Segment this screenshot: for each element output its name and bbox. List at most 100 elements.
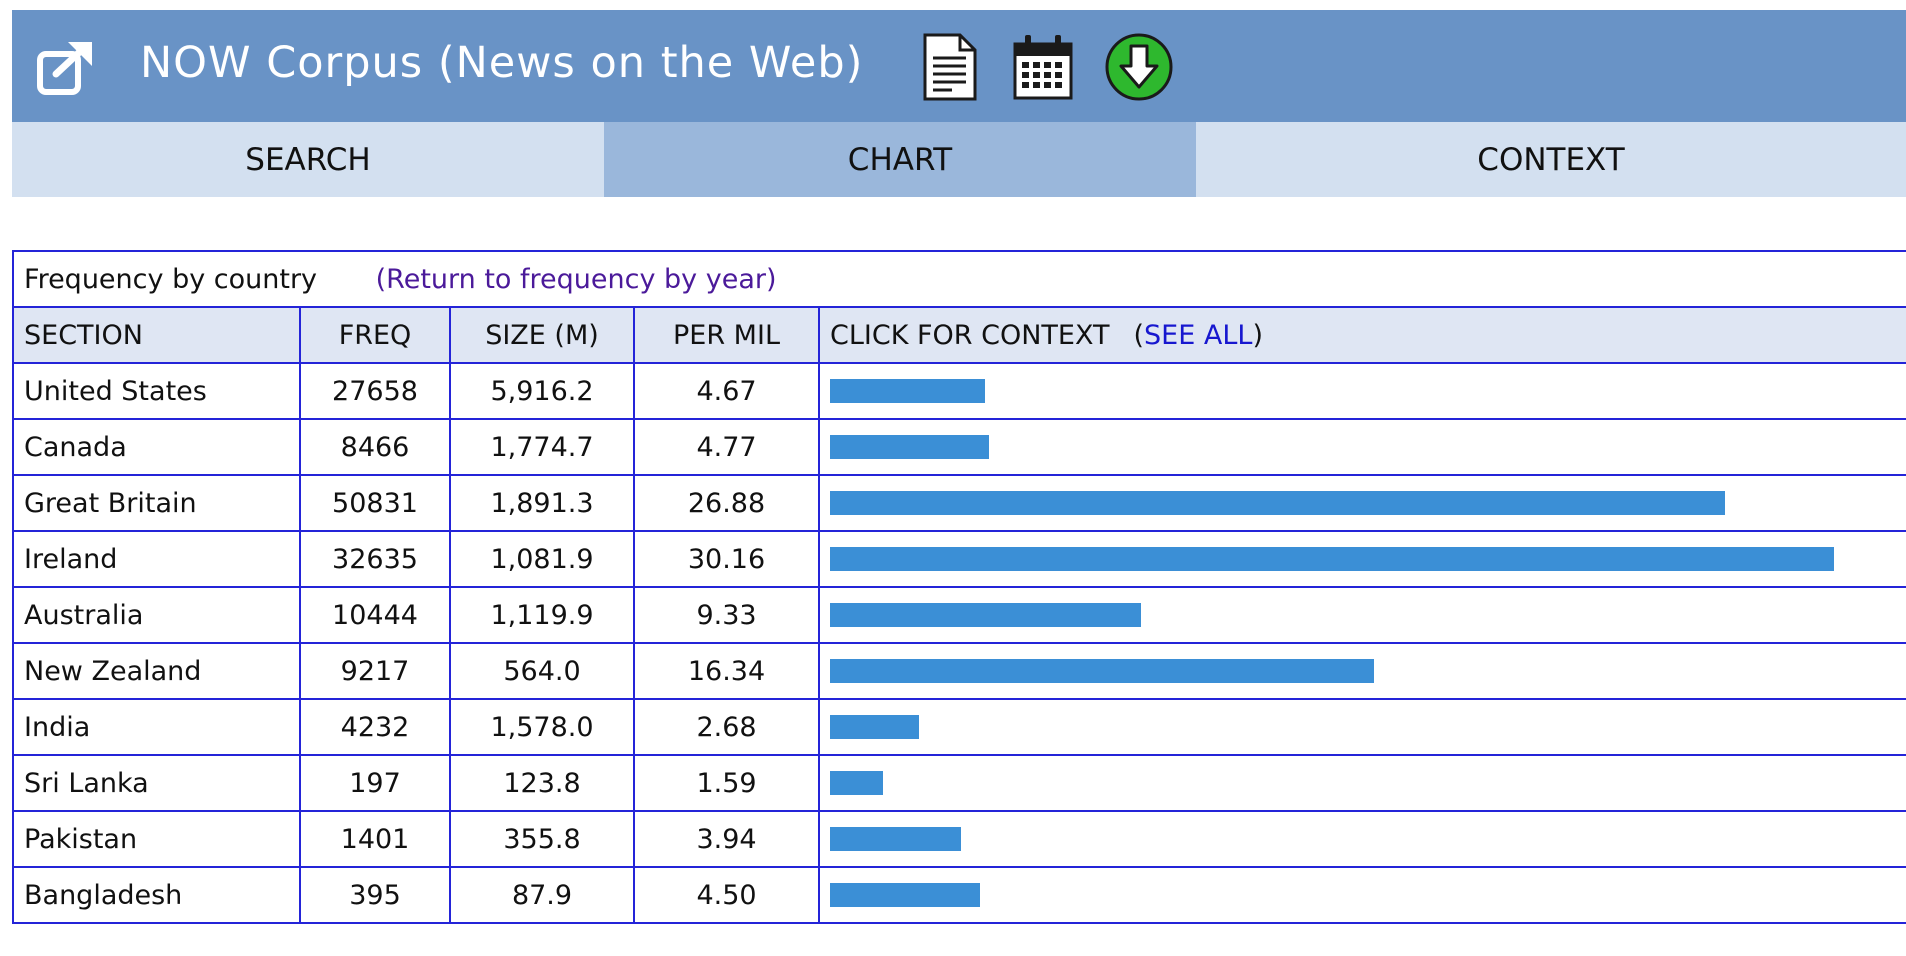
freq-cell: 197: [299, 754, 451, 812]
section-cell[interactable]: Pakistan: [12, 810, 301, 868]
table-row: Australia 10444 1,119.9 9.33: [12, 586, 1906, 644]
frequency-bar[interactable]: [830, 883, 980, 907]
column-header-size[interactable]: SIZE (M): [449, 306, 635, 364]
column-header-section[interactable]: SECTION: [12, 306, 301, 364]
context-bar-cell: [817, 474, 1906, 532]
frequency-bar[interactable]: [830, 771, 883, 795]
table-row: Ireland 32635 1,081.9 30.16: [12, 530, 1906, 588]
app-window: NOW Corpus (News on the Web) SEARCH CHAR…: [12, 10, 1906, 956]
bar-track: [830, 771, 1830, 795]
per-mil-cell: 2.68: [633, 698, 820, 756]
caption-cell: Frequency by country (Return to frequenc…: [12, 250, 1906, 308]
section-cell[interactable]: New Zealand: [12, 642, 301, 700]
freq-cell: 4232: [299, 698, 451, 756]
see-all-open-paren: (: [1133, 319, 1145, 351]
context-bar-cell: [817, 362, 1906, 420]
size-cell: 87.9: [449, 866, 635, 924]
bar-track: [830, 547, 1834, 571]
bar-track: [830, 715, 1830, 739]
table-row: Great Britain 50831 1,891.3 26.88: [12, 474, 1906, 532]
per-mil-cell: 4.67: [633, 362, 820, 420]
context-bar-cell: [817, 586, 1906, 644]
calendar-icon[interactable]: [1012, 32, 1074, 102]
section-cell[interactable]: Sri Lanka: [12, 754, 301, 812]
see-all-link[interactable]: SEE ALL: [1144, 320, 1252, 351]
column-header-context: CLICK FOR CONTEXT (SEE ALL): [817, 306, 1906, 364]
section-cell[interactable]: Great Britain: [12, 474, 301, 532]
table-row: Sri Lanka 197 123.8 1.59: [12, 754, 1906, 812]
size-cell: 123.8: [449, 754, 635, 812]
section-cell[interactable]: United States: [12, 362, 301, 420]
freq-cell: 27658: [299, 362, 451, 420]
size-cell: 1,578.0: [449, 698, 635, 756]
bar-track: [830, 659, 1830, 683]
size-cell: 5,916.2: [449, 362, 635, 420]
frequency-bar[interactable]: [830, 547, 1834, 571]
frequency-table: Frequency by country (Return to frequenc…: [12, 250, 1906, 924]
table-row: Bangladesh 395 87.9 4.50: [12, 866, 1906, 924]
app-title: NOW Corpus (News on the Web): [140, 38, 864, 88]
context-bar-cell: [817, 530, 1906, 588]
frequency-bar[interactable]: [830, 715, 919, 739]
table-body: United States 27658 5,916.2 4.67 Canada 8466 1…: [12, 362, 1906, 924]
frequency-bar[interactable]: [830, 491, 1725, 515]
freq-cell: 1401: [299, 810, 451, 868]
per-mil-cell: 26.88: [633, 474, 820, 532]
per-mil-cell: 16.34: [633, 642, 820, 700]
size-cell: 355.8: [449, 810, 635, 868]
section-cell[interactable]: Ireland: [12, 530, 301, 588]
return-to-year-link[interactable]: (Return to frequency by year): [376, 264, 777, 295]
per-mil-cell: 30.16: [633, 530, 820, 588]
size-cell: 564.0: [449, 642, 635, 700]
freq-cell: 50831: [299, 474, 451, 532]
freq-cell: 395: [299, 866, 451, 924]
tab-chart[interactable]: CHART: [604, 122, 1196, 197]
table-row: India 4232 1,578.0 2.68: [12, 698, 1906, 756]
freq-cell: 10444: [299, 586, 451, 644]
context-bar-cell: [817, 866, 1906, 924]
table-row: United States 27658 5,916.2 4.67: [12, 362, 1906, 420]
frequency-bar[interactable]: [830, 379, 985, 403]
see-all-close-paren: ): [1252, 319, 1263, 351]
tab-search[interactable]: SEARCH: [12, 122, 604, 197]
tab-bar: SEARCH CHART CONTEXT: [12, 122, 1906, 197]
tab-context[interactable]: CONTEXT: [1196, 122, 1906, 197]
size-cell: 1,081.9: [449, 530, 635, 588]
per-mil-cell: 4.77: [633, 418, 820, 476]
size-cell: 1,774.7: [449, 418, 635, 476]
context-bar-cell: [817, 754, 1906, 812]
table-row: Pakistan 1401 355.8 3.94: [12, 810, 1906, 868]
per-mil-cell: 3.94: [633, 810, 820, 868]
context-bar-cell: [817, 698, 1906, 756]
header-bar: NOW Corpus (News on the Web): [12, 10, 1906, 122]
frequency-bar[interactable]: [830, 659, 1374, 683]
open-external-icon[interactable]: [34, 34, 98, 98]
document-icon[interactable]: [922, 32, 978, 102]
frequency-bar[interactable]: [830, 603, 1141, 627]
caption-row: Frequency by country (Return to frequenc…: [12, 250, 1906, 308]
column-header-freq[interactable]: FREQ: [299, 306, 451, 364]
header-row: SECTION FREQ SIZE (M) PER MIL CLICK FOR …: [12, 306, 1906, 364]
freq-cell: 32635: [299, 530, 451, 588]
table-row: Canada 8466 1,774.7 4.77: [12, 418, 1906, 476]
section-cell[interactable]: Australia: [12, 586, 301, 644]
context-bar-cell: [817, 810, 1906, 868]
freq-cell: 9217: [299, 642, 451, 700]
per-mil-cell: 1.59: [633, 754, 820, 812]
frequency-bar[interactable]: [830, 827, 961, 851]
context-header-label: CLICK FOR CONTEXT: [830, 319, 1110, 351]
section-cell[interactable]: Canada: [12, 418, 301, 476]
download-icon[interactable]: [1104, 32, 1174, 102]
section-cell[interactable]: Bangladesh: [12, 866, 301, 924]
section-cell[interactable]: India: [12, 698, 301, 756]
per-mil-cell: 9.33: [633, 586, 820, 644]
size-cell: 1,119.9: [449, 586, 635, 644]
table-row: New Zealand 9217 564.0 16.34: [12, 642, 1906, 700]
bar-track: [830, 827, 1830, 851]
bar-track: [830, 603, 1830, 627]
column-header-per-mil[interactable]: PER MIL: [633, 306, 820, 364]
size-cell: 1,891.3: [449, 474, 635, 532]
bar-track: [830, 883, 1830, 907]
per-mil-cell: 4.50: [633, 866, 820, 924]
frequency-bar[interactable]: [830, 435, 989, 459]
